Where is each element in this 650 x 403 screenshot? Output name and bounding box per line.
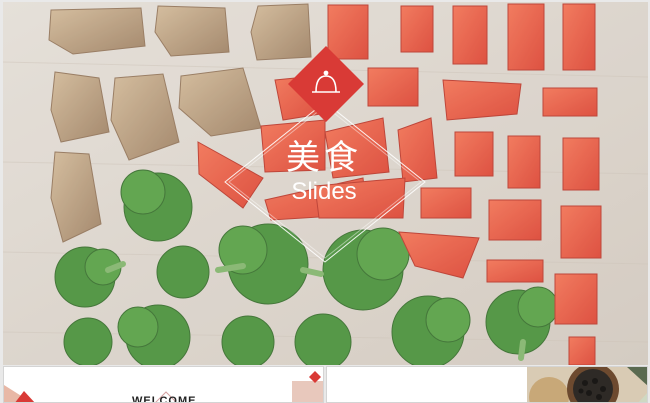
slide-thumbnails: WELCOME (0, 366, 650, 403)
thumbnail-spices[interactable] (326, 366, 648, 403)
thumbnail-title: WELCOME (132, 395, 197, 403)
hero-title-cn: 美食 (286, 138, 362, 178)
spices-photo (327, 367, 647, 402)
thumbnail-welcome[interactable]: WELCOME (3, 366, 324, 403)
hero-title-en: Slides (291, 178, 357, 205)
slide-hero[interactable]: 美食 Slides (3, 2, 648, 365)
